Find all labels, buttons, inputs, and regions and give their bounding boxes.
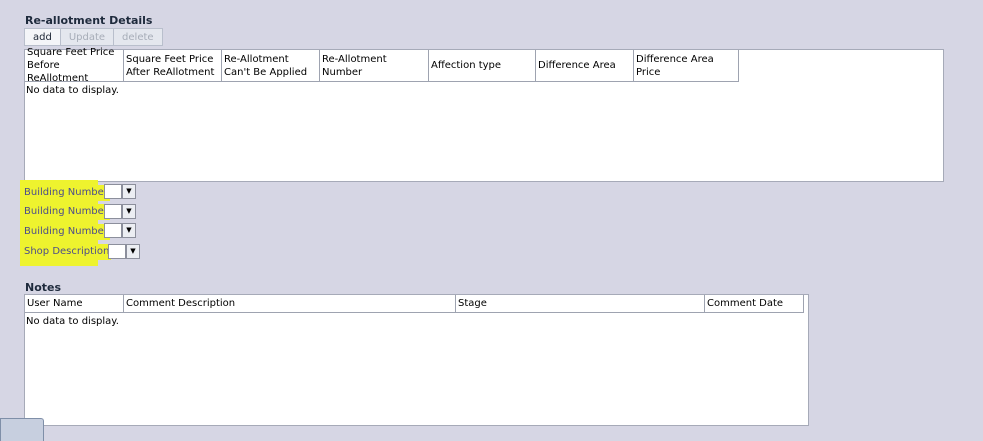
column-header[interactable]: Affection type xyxy=(429,50,536,82)
notes-table: User Name Comment Description Stage Comm… xyxy=(24,294,809,426)
column-header[interactable]: Difference Area Price xyxy=(634,50,739,82)
notes-table-header: User Name Comment Description Stage Comm… xyxy=(25,295,804,313)
notes-title: Notes xyxy=(25,281,62,294)
column-header[interactable]: Re-Allotment Number xyxy=(320,50,429,82)
building-number-select[interactable] xyxy=(104,184,122,199)
update-button[interactable]: Update xyxy=(59,28,114,46)
building-number-select[interactable] xyxy=(104,223,122,238)
chevron-down-icon[interactable]: ▼ xyxy=(122,184,136,199)
add-button[interactable]: add xyxy=(24,28,60,46)
reallotment-table-header: Square Feet Price Before ReAllotment Squ… xyxy=(25,47,739,84)
reallotment-toolbar: add Update delete xyxy=(24,28,163,46)
building-number-select[interactable] xyxy=(104,204,122,219)
building-number-label: Building Number xyxy=(22,204,110,220)
chevron-down-icon[interactable]: ▼ xyxy=(122,223,136,238)
column-header[interactable]: Difference Area xyxy=(536,50,634,82)
empty-message: No data to display. xyxy=(26,85,119,96)
reallotment-title: Re-allotment Details xyxy=(25,14,153,27)
chevron-down-icon[interactable]: ▼ xyxy=(126,244,140,259)
column-header[interactable]: Comment Date xyxy=(705,295,804,313)
building-number-label: Building Number xyxy=(22,185,110,201)
column-header[interactable]: User Name xyxy=(25,295,124,313)
column-header[interactable]: Comment Description xyxy=(124,295,456,313)
column-header[interactable]: Stage xyxy=(456,295,705,313)
corner-tab[interactable] xyxy=(0,418,44,441)
shop-description-select[interactable] xyxy=(108,244,126,259)
reallotment-table: Square Feet Price Before ReAllotment Squ… xyxy=(24,47,944,182)
building-number-label: Building Number xyxy=(22,224,110,240)
delete-button[interactable]: delete xyxy=(113,28,163,46)
shop-description-label: Shop Description xyxy=(22,244,112,260)
column-header[interactable]: Square Feet Price Before ReAllotment xyxy=(25,47,124,84)
empty-message: No data to display. xyxy=(26,316,119,327)
column-header[interactable]: Re-Allotment Can't Be Applied xyxy=(222,50,320,82)
column-header[interactable]: Square Feet Price After ReAllotment xyxy=(124,50,222,82)
chevron-down-icon[interactable]: ▼ xyxy=(122,204,136,219)
